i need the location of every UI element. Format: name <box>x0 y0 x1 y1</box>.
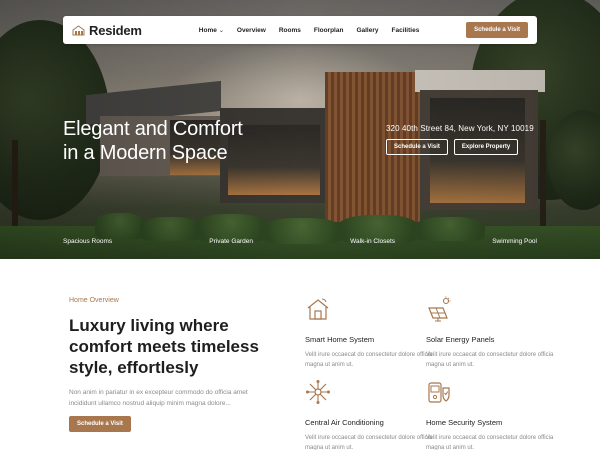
logo[interactable]: Residem <box>72 23 142 38</box>
feature-solar-energy: Solar Energy Panels Velit irure occaecat… <box>426 296 556 370</box>
nav-links: Home ⌄ Overview Rooms Floorplan Gallery … <box>199 27 433 34</box>
hero-title-line: Elegant and Comfort <box>63 118 243 140</box>
hero-feature-item: Private Garden <box>209 238 253 245</box>
hero-title: Elegant and Comfort in a Modern Space <box>63 117 243 165</box>
hero-buttons: Schedule a Visit Explore Property <box>386 139 519 155</box>
hero-feature-item: Swimming Pool <box>492 238 537 245</box>
air-conditioning-icon <box>306 380 330 404</box>
hero-feature-item: Spacious Rooms <box>63 238 113 245</box>
section-eyebrow: Home Overview <box>69 297 119 304</box>
nav-link-overview[interactable]: Overview <box>237 27 266 34</box>
nav-link-facilities[interactable]: Facilities <box>392 27 420 34</box>
feature-smart-home: Smart Home System Velit irure occaecat d… <box>305 296 435 370</box>
nav-link-home[interactable]: Home ⌄ <box>199 27 224 34</box>
hero-section: Residem Home ⌄ Overview Rooms Floorplan … <box>0 0 600 259</box>
hero-title-line: in a Modern Space <box>63 142 228 164</box>
house-logo-icon <box>72 24 85 35</box>
hero-schedule-visit-button[interactable]: Schedule a Visit <box>386 139 448 155</box>
nav-link-label: Home <box>198 26 217 34</box>
hero-feature-item: Walk-in Closets <box>350 238 396 245</box>
logo-text: Residem <box>89 22 142 38</box>
chevron-down-icon: ⌄ <box>218 27 224 34</box>
nav-link-rooms[interactable]: Rooms <box>279 27 301 34</box>
navbar: Residem Home ⌄ Overview Rooms Floorplan … <box>63 16 537 44</box>
nav-link-gallery[interactable]: Gallery <box>356 27 378 34</box>
feature-desc: Velit irure occaecat do consectetur dolo… <box>426 435 554 450</box>
hero-feature-strip: Spacious Rooms Private Garden Walk-in Cl… <box>63 238 537 245</box>
overview-schedule-visit-button[interactable]: Schedule a Visit <box>69 416 131 432</box>
overview-heading-line: comfort meets timeless <box>69 337 259 356</box>
overview-heading-line: style, effortlesly <box>69 358 199 377</box>
explore-property-button[interactable]: Explore Property <box>453 139 519 155</box>
overview-heading: Luxury living where comfort meets timele… <box>69 315 279 378</box>
feature-title: Central Air Conditioning <box>305 418 384 427</box>
feature-title: Solar Energy Panels <box>426 335 495 344</box>
feature-desc: Velit irure occaecat do consectetur dolo… <box>305 435 433 450</box>
feature-title: Home Security System <box>426 418 503 427</box>
overview-body: Non anim in pariatur in ex excepteur com… <box>69 389 248 407</box>
feature-security-system: Home Security System Velit irure occaeca… <box>426 379 556 450</box>
schedule-visit-button[interactable]: Schedule a Visit <box>466 22 528 38</box>
overview-heading-line: Luxury living where <box>69 316 229 335</box>
nav-link-floorplan[interactable]: Floorplan <box>314 27 344 34</box>
solar-panel-icon <box>428 296 451 322</box>
property-address: 320 40th Street 84, New York, NY 10019 <box>386 124 534 133</box>
security-system-icon <box>428 382 450 403</box>
feature-desc: Velit irure occaecat do consectetur dolo… <box>305 352 433 368</box>
feature-air-conditioning: Central Air Conditioning Velit irure occ… <box>305 379 435 450</box>
smart-home-icon <box>307 298 329 320</box>
feature-title: Smart Home System <box>305 335 375 344</box>
feature-desc: Velit irure occaecat do consectetur dolo… <box>426 352 554 368</box>
